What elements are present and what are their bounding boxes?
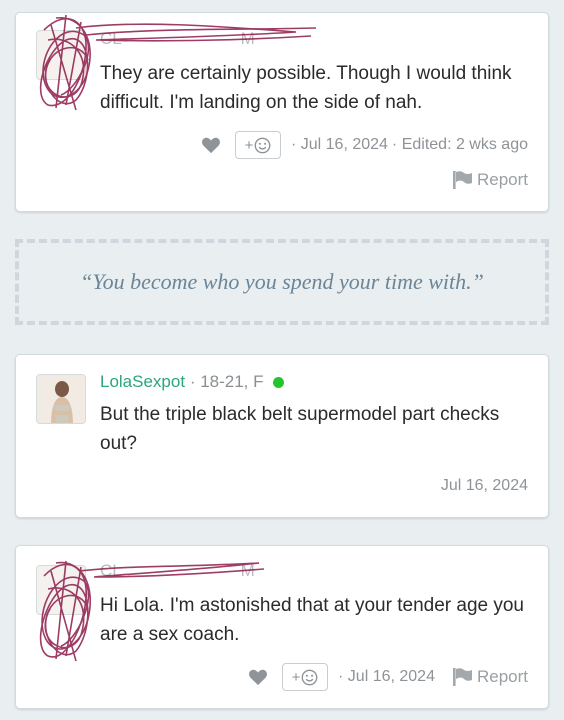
avatar[interactable] [36, 565, 86, 615]
username-redacted[interactable]: CL [100, 29, 121, 48]
comment-date: Jul 16, 2024 [440, 477, 528, 494]
quote-box: “You become who you spend your time with… [15, 239, 549, 325]
smiley-icon [301, 669, 318, 685]
comment-actions: Jul 16, 2024 [441, 471, 528, 501]
plus-label: + [291, 668, 301, 686]
quote-text: “You become who you spend your time with… [80, 269, 484, 294]
avatar-image [37, 375, 85, 423]
avatar[interactable] [36, 374, 86, 424]
comment-actions: + · Jul 16, 2024 · Edited: 2 wks ago [201, 130, 528, 160]
comment-date: · Jul 16, 2024 [338, 668, 435, 685]
comment-card: CL M They are certainly possible. Though… [15, 12, 549, 212]
plus-label: + [244, 136, 254, 154]
age-gender: · 18-21, F [189, 372, 264, 391]
report-label: Report [476, 170, 528, 189]
report-row: Report [451, 165, 528, 195]
comment-body: Hi Lola. I'm astonished that at your ten… [100, 595, 524, 645]
comment-actions: + · Jul 16, 2024 Report [248, 662, 528, 692]
comment-body: But the triple black belt supermodel par… [100, 404, 500, 454]
comment-meta: LolaSexpot · 18-21, F [100, 372, 285, 392]
avatar[interactable] [36, 30, 86, 80]
report-label: Report [476, 667, 528, 686]
comment-meta: CL M [100, 29, 255, 49]
heart-icon[interactable] [248, 668, 268, 686]
heart-icon[interactable] [201, 136, 221, 154]
comment-card: CL M Hi Lola. I'm astonished that at you… [15, 545, 549, 709]
comment-date: · Jul 16, 2024 [290, 136, 388, 153]
report-link[interactable]: Report [451, 170, 528, 190]
online-dot [273, 377, 285, 388]
flag-icon [452, 668, 472, 686]
edited-label: · Edited: 2 wks ago [391, 136, 528, 153]
report-link[interactable]: Report [451, 667, 528, 687]
comment-card: LolaSexpot · 18-21, F But the triple bla… [15, 354, 549, 518]
username-link[interactable]: LolaSexpot [100, 372, 185, 391]
comment-meta: CL M [100, 561, 255, 581]
add-reaction-button[interactable]: + [282, 663, 329, 691]
meta-suffix: M [240, 29, 255, 48]
username-redacted[interactable]: CL [100, 561, 121, 580]
add-reaction-button[interactable]: + [234, 131, 281, 159]
smiley-icon [254, 137, 271, 153]
meta-suffix: M [240, 561, 255, 580]
comment-body: They are certainly possible. Though I wo… [100, 63, 512, 113]
flag-icon [452, 171, 472, 189]
